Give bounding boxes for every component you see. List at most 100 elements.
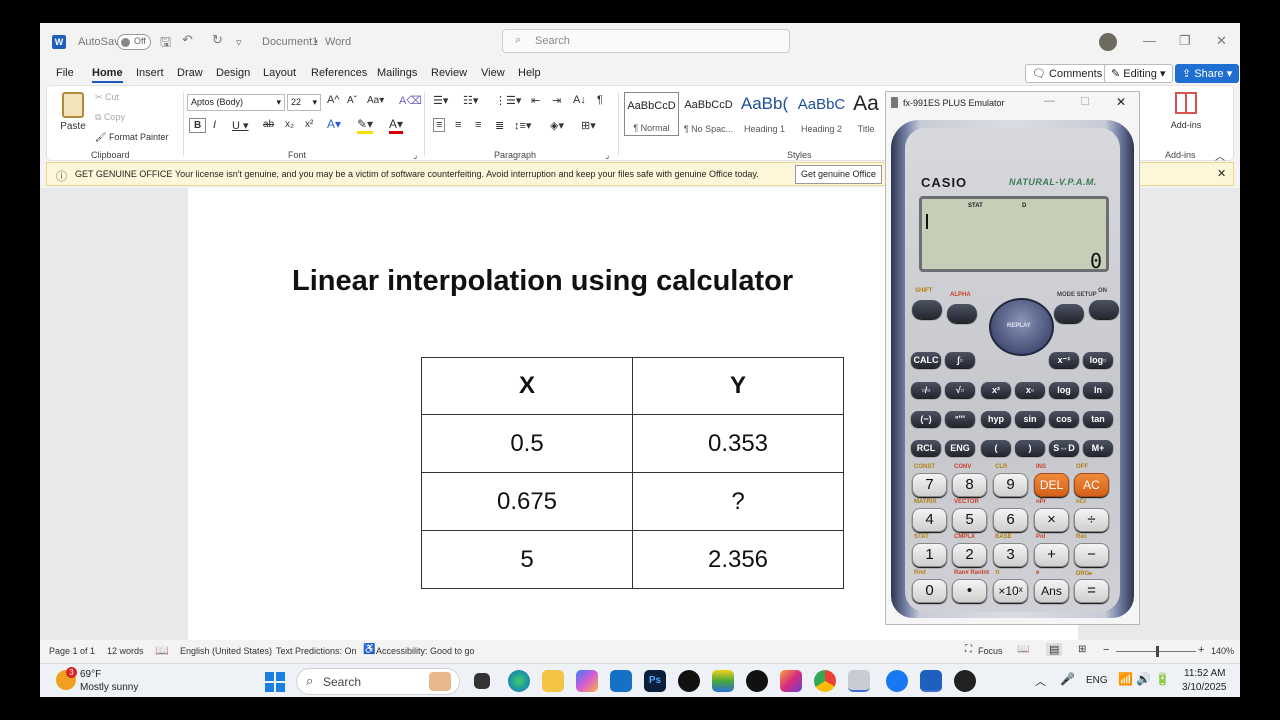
calc-key[interactable]: M+ — [1083, 440, 1113, 456]
text-predictions-status[interactable]: Text Predictions: On — [276, 646, 357, 656]
shading-button[interactable]: ◈▾ — [550, 119, 564, 132]
calc-key[interactable]: 0 — [912, 579, 947, 603]
word-taskbar-icon[interactable] — [920, 670, 942, 692]
style-no-spacing[interactable]: AaBbCcD ¶ No Spac... — [681, 92, 736, 136]
focus-button[interactable]: Focus — [978, 646, 1003, 656]
proofing-icon[interactable]: 📖 — [155, 644, 169, 657]
calculator-emulator-icon[interactable] — [848, 670, 870, 692]
multilevel-list-button[interactable]: ⋮☰▾ — [495, 94, 521, 107]
tab-review[interactable]: Review — [431, 67, 467, 79]
calc-key[interactable]: hyp — [981, 411, 1011, 427]
sort-button[interactable]: A↓ — [573, 94, 586, 106]
wifi-icon[interactable]: 📶 — [1118, 672, 1133, 686]
subscript-button[interactable]: x₂ — [285, 119, 294, 130]
shrink-font-button[interactable]: Aˇ — [347, 95, 357, 106]
font-size-dropdown[interactable]: 22 ▾ — [287, 94, 321, 111]
calc-key[interactable]: • — [952, 579, 987, 603]
calc-key[interactable]: 8 — [952, 473, 987, 497]
zoom-out-button[interactable]: − — [1103, 644, 1109, 656]
style-title[interactable]: Aa Title — [847, 92, 885, 136]
text-effects-button[interactable]: A▾ — [327, 117, 341, 131]
table-cell[interactable]: X — [421, 357, 633, 415]
style-normal[interactable]: AaBbCcD ¶ Normal — [624, 92, 679, 136]
numbering-button[interactable]: ☷▾ — [463, 94, 478, 107]
calc-key[interactable]: − — [1074, 543, 1109, 567]
borders-button[interactable]: ⊞▾ — [581, 119, 596, 132]
format-painter-button[interactable]: 🖌 Format Painter — [95, 132, 168, 143]
cut-button[interactable]: ✂ Cut — [95, 92, 119, 103]
tab-view[interactable]: View — [481, 67, 505, 79]
style-heading-2[interactable]: AaBbC Heading 2 — [794, 92, 849, 136]
input-language[interactable]: ENG — [1086, 675, 1108, 686]
calc-key[interactable]: ▫/▫ — [911, 382, 941, 398]
decrease-indent-button[interactable]: ⇤ — [531, 94, 540, 107]
get-genuine-office-button[interactable]: Get genuine Office — [795, 165, 882, 184]
calc-key[interactable]: = — [1074, 579, 1109, 603]
paragraph-dialog-launcher-icon[interactable]: ⌟ — [605, 150, 609, 161]
photoshop-icon[interactable]: Ps — [644, 670, 666, 692]
mode-key[interactable] — [1054, 304, 1084, 323]
calc-key[interactable]: ÷ — [1074, 508, 1109, 532]
superscript-button[interactable]: x² — [305, 119, 313, 130]
zoom-slider[interactable] — [1116, 646, 1196, 657]
table-cell[interactable]: 5 — [421, 530, 633, 589]
tab-mailings[interactable]: Mailings — [377, 67, 417, 79]
calc-key[interactable]: °''' — [945, 411, 975, 427]
autosave-toggle[interactable]: Off — [117, 34, 151, 50]
strikethrough-button[interactable]: ab — [263, 119, 274, 130]
calc-key[interactable]: ) — [1015, 440, 1045, 456]
tab-draw[interactable]: Draw — [177, 67, 203, 79]
table-cell[interactable]: 2.356 — [632, 530, 844, 589]
clock-date[interactable]: 3/10/2025 — [1182, 682, 1227, 693]
calc-key[interactable]: RCL — [911, 440, 941, 456]
minimize-button[interactable]: — — [1143, 33, 1156, 48]
undo-icon[interactable]: ↶ — [182, 32, 193, 48]
customize-qat-icon[interactable]: ▿ — [236, 36, 242, 49]
tab-insert[interactable]: Insert — [136, 67, 164, 79]
facebook-icon[interactable] — [886, 670, 908, 692]
tab-layout[interactable]: Layout — [263, 67, 296, 79]
avatar[interactable] — [1099, 33, 1117, 51]
table-cell[interactable]: 0.675 — [421, 472, 633, 531]
collapse-ribbon-icon[interactable]: ︿ — [1215, 148, 1225, 163]
bullets-button[interactable]: ☰▾ — [433, 94, 448, 107]
start-icon[interactable] — [265, 672, 285, 692]
tab-help[interactable]: Help — [518, 67, 541, 79]
calc-key[interactable]: 9 — [993, 473, 1028, 497]
tiktok-icon[interactable] — [678, 670, 700, 692]
calc-key[interactable]: ×10ˣ — [993, 579, 1028, 603]
paste-button[interactable]: Paste — [57, 92, 89, 132]
calc-key[interactable]: 7 — [912, 473, 947, 497]
calc-key[interactable]: tan — [1083, 411, 1113, 427]
editing-button[interactable]: ✎ Editing ▾ — [1104, 64, 1173, 83]
calc-key[interactable]: x▫ — [1015, 382, 1045, 398]
justify-button[interactable]: ≣ — [495, 119, 504, 132]
show-hidden-icons-icon[interactable]: ︿ — [1035, 673, 1046, 689]
calc-key[interactable]: 1 — [912, 543, 947, 567]
calc-key[interactable]: 6 — [993, 508, 1028, 532]
calc-key[interactable]: x⁻¹ — [1049, 352, 1079, 368]
page-count[interactable]: Page 1 of 1 — [49, 646, 95, 656]
web-layout-icon[interactable]: ⊞ — [1078, 644, 1086, 655]
accessibility-status[interactable]: Accessibility: Good to go — [376, 646, 475, 656]
calc-key[interactable]: 5 — [952, 508, 987, 532]
instagram-icon[interactable] — [780, 670, 802, 692]
tab-design[interactable]: Design — [216, 67, 250, 79]
calc-minimize-button[interactable]: — — [1044, 95, 1055, 107]
layers-app-icon[interactable] — [712, 670, 734, 692]
italic-button[interactable]: I — [213, 119, 216, 131]
calc-key[interactable]: ENG — [945, 440, 975, 456]
save-icon[interactable]: 🖫 — [160, 33, 171, 55]
share-button[interactable]: ⇪ Share ▾ — [1175, 64, 1240, 83]
calc-key[interactable]: ∫▫ — [945, 352, 975, 368]
calc-key[interactable]: ( — [981, 440, 1011, 456]
language-status[interactable]: English (United States) — [180, 646, 272, 656]
calc-key[interactable]: √▫ — [945, 382, 975, 398]
underline-button[interactable]: U ▾ — [232, 119, 249, 132]
taskbar-search-input[interactable]: ⌕ Search — [296, 668, 460, 695]
zoom-slider-thumb[interactable] — [1156, 646, 1159, 657]
calc-key[interactable]: (−) — [911, 411, 941, 427]
infobar-close-icon[interactable]: ✕ — [1217, 167, 1226, 180]
alpha-key[interactable] — [947, 304, 977, 323]
tab-home[interactable]: Home — [92, 67, 123, 83]
